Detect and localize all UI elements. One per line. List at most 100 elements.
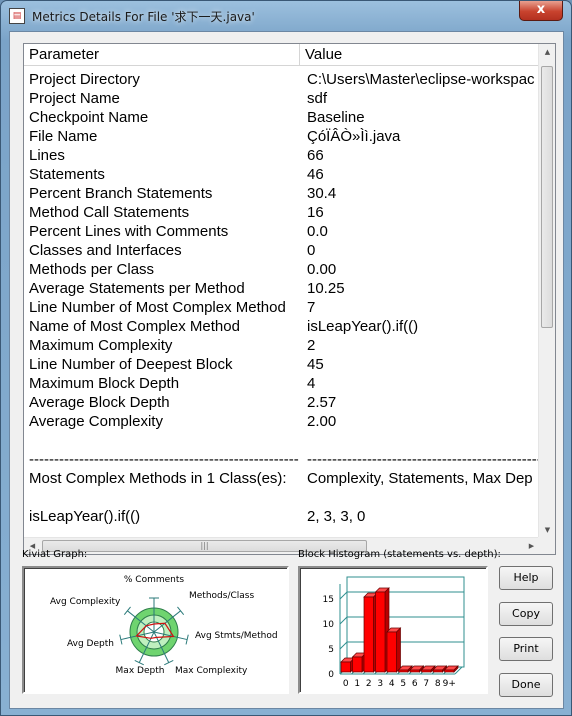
histogram-bar-front	[432, 669, 443, 673]
kiviat-axis-tick	[134, 660, 144, 666]
value-cell: sdf	[307, 90, 328, 107]
value-cell: 4	[307, 375, 316, 392]
table-row[interactable]: Method Call Statements 16	[24, 203, 544, 222]
table-row[interactable]	[24, 488, 544, 507]
parameter-cell: Most Complex Methods in 1 Class(es):	[29, 470, 287, 487]
histogram-x-tick-label: 9+	[443, 679, 456, 689]
kiviat-axis-tick	[177, 606, 185, 616]
parameter-cell: Name of Most Complex Method	[29, 318, 240, 335]
histogram-bar-front	[409, 669, 420, 673]
parameter-cell: Method Call Statements	[29, 204, 190, 221]
column-header-parameter[interactable]: Parameter	[24, 44, 300, 66]
table-row[interactable]: Average Block Depth 2.57	[24, 393, 544, 412]
vertical-scrollbar[interactable]: ▲ ▼	[538, 44, 555, 539]
histogram-x-tick-label: 8	[435, 679, 441, 689]
kiviat-axis-tick	[164, 660, 174, 666]
scroll-up-arrow-icon[interactable]: ▲	[539, 44, 555, 61]
value-cell: 2	[307, 337, 316, 354]
table-row[interactable]: Most Complex Methods in 1 Class(es): Comp…	[24, 469, 544, 488]
parameter-cell: ----------------------------------------…	[29, 451, 299, 468]
table-row[interactable]: Checkpoint Name Baseline	[24, 108, 544, 127]
table-row[interactable]: Classes and Interfaces 0	[24, 241, 544, 260]
table-row[interactable]: Maximum Complexity 2	[24, 336, 544, 355]
parameter-cell: isLeapYear().if(()	[29, 508, 141, 525]
kiviat-panel: % Comments Methods/Class Avg Stmts/Method M…	[22, 566, 289, 694]
value-cell: 10.25	[307, 280, 345, 297]
histogram-bar-front	[375, 591, 386, 673]
parameter-cell: Percent Lines with Comments	[29, 223, 229, 240]
value-cell: C:\Users\Master\eclipse-workspac	[307, 71, 535, 88]
histogram-x-tick-label: 0	[343, 679, 349, 689]
value-cell: ----------------------------------------…	[307, 451, 544, 468]
dialog-client: Parameter Value Project Directory C:\User…	[9, 31, 564, 709]
table-row[interactable]: Methods per Class 0.00	[24, 260, 544, 279]
title-bar[interactable]: ▤ Metrics Details For File '求下一天.java' x	[1, 1, 571, 31]
close-button[interactable]: x	[519, 1, 563, 21]
histogram-x-tick-label: 3	[377, 679, 383, 689]
table-row[interactable]: Project Name sdf	[24, 89, 544, 108]
table-row[interactable]: Average Complexity 2.00	[24, 412, 544, 431]
table-row[interactable]: Lines 66	[24, 146, 544, 165]
table-row[interactable]: ----------------------------------------…	[24, 450, 544, 469]
table-row[interactable]	[24, 431, 544, 450]
list-header: Parameter Value	[24, 44, 544, 66]
histogram-bar-front	[444, 669, 455, 673]
parameter-cell: File Name	[29, 128, 98, 145]
kiviat-axis-label: Methods/Class	[189, 591, 254, 601]
value-cell: 0	[307, 242, 316, 259]
parameter-cell: Methods per Class	[29, 261, 155, 278]
parameter-cell: Project Name	[29, 90, 120, 107]
histogram-bar-front	[421, 669, 432, 673]
histogram-y-tick-label: 15	[323, 595, 334, 605]
table-row[interactable]: Line Number of Deepest Block 45	[24, 355, 544, 374]
value-cell: 7	[307, 299, 316, 316]
help-button[interactable]: Help	[499, 566, 553, 590]
parameter-cell: Average Complexity	[29, 413, 163, 430]
histogram-x-tick-label: 2	[366, 679, 372, 689]
parameter-cell: Percent Branch Statements	[29, 185, 213, 202]
histogram-x-tick-label: 6	[412, 679, 418, 689]
parameter-cell: Line Number of Deepest Block	[29, 356, 233, 373]
value-cell: 30.4	[307, 185, 337, 202]
print-button[interactable]: Print	[499, 637, 553, 661]
app-icon: ▤	[9, 8, 25, 24]
parameter-cell: Project Directory	[29, 71, 140, 88]
table-row[interactable]: Line Number of Most Complex Method 7	[24, 298, 544, 317]
value-cell: isLeapYear().if(()	[307, 318, 419, 335]
table-row[interactable]: Statements 46	[24, 165, 544, 184]
copy-button[interactable]: Copy	[499, 602, 553, 626]
histogram-bar-side	[396, 627, 401, 673]
value-cell: Baseline	[307, 109, 365, 126]
histogram-y-tick-label: 10	[323, 620, 335, 630]
value-cell: ÇóÏÂÒ»Ìì.java	[307, 128, 401, 145]
parameter-cell: Line Number of Most Complex Method	[29, 299, 286, 316]
table-row[interactable]: Maximum Block Depth 4	[24, 374, 544, 393]
column-header-value[interactable]: Value	[300, 44, 550, 66]
parameter-cell: Statements	[29, 166, 105, 183]
parameter-cell: Average Statements per Method	[29, 280, 245, 297]
histogram-x-tick-label: 7	[423, 679, 429, 689]
value-cell: 2.57	[307, 394, 337, 411]
done-button[interactable]: Done	[499, 673, 553, 697]
kiviat-axis-label: Avg Stmts/Method	[195, 631, 278, 641]
kiviat-axis-label: % Comments	[124, 575, 185, 585]
histogram-chart: 0510150 1 2 3 4 5 6 7 8 9+	[323, 576, 465, 689]
table-row[interactable]: File Name ÇóÏÂÒ»Ìì.java	[24, 127, 544, 146]
value-cell: 66	[307, 147, 324, 164]
value-cell: 45	[307, 356, 324, 373]
metrics-list[interactable]: Parameter Value Project Directory C:\User…	[23, 43, 556, 555]
kiviat-axis-label: Avg Complexity	[50, 597, 121, 607]
table-row[interactable]: Percent Branch Statements 30.4	[24, 184, 544, 203]
kiviat-label: Kiviat Graph:	[22, 549, 88, 560]
table-row[interactable]: Project Directory C:\Users\Master\eclipse…	[24, 70, 544, 89]
table-row[interactable]: Name of Most Complex Method isLeapYear().…	[24, 317, 544, 336]
vertical-scroll-thumb[interactable]	[541, 66, 553, 328]
table-row[interactable]: Average Statements per Method 10.25	[24, 279, 544, 298]
histogram-bar-front	[340, 661, 351, 673]
histogram-x-tick-label: 1	[354, 679, 360, 689]
histogram-x-tick-label: 5	[400, 679, 406, 689]
table-row[interactable]: isLeapYear().if(() 2, 3, 3, 0	[24, 507, 544, 526]
value-cell: 2.00	[307, 413, 337, 430]
histogram-panel: 0 5 10 15 0 1 2 3 4 5 6 7 8 9+	[298, 566, 488, 694]
table-row[interactable]: Percent Lines with Comments 0.0	[24, 222, 544, 241]
